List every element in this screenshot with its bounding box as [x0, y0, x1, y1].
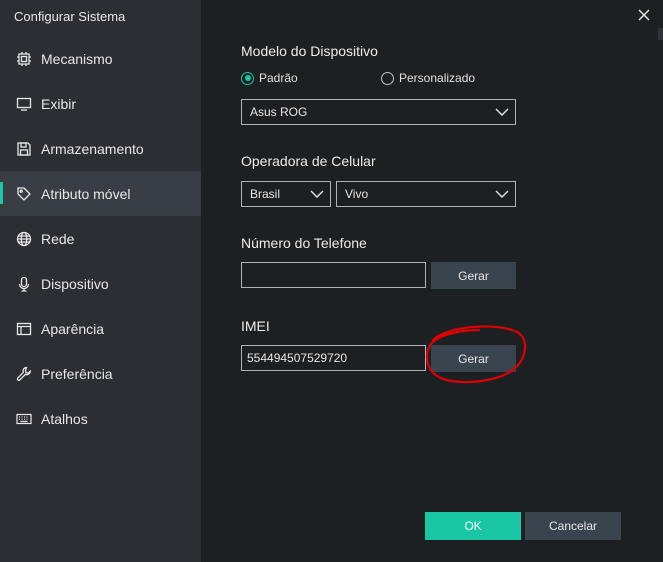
window-icon — [15, 320, 32, 337]
device-model-label: Modelo do Dispositivo — [241, 43, 378, 59]
sidebar-item-label: Mecanismo — [41, 50, 113, 67]
operator-value: Vivo — [345, 187, 369, 201]
radio-custom[interactable]: Personalizado — [381, 71, 475, 85]
chevron-down-icon — [310, 190, 324, 198]
sidebar-item-aparencia[interactable]: Aparência — [0, 306, 201, 351]
sidebar-item-atalhos[interactable]: Atalhos — [0, 396, 201, 441]
device-model-value: Asus ROG — [250, 105, 308, 119]
carrier-label: Operadora de Celular — [241, 153, 376, 169]
sidebar-item-preferencia[interactable]: Preferência — [0, 351, 201, 396]
cancel-button[interactable]: Cancelar — [525, 512, 621, 540]
device-model-select[interactable]: Asus ROG — [241, 99, 516, 125]
sidebar-item-atributo-movel[interactable]: Atributo móvel — [0, 171, 201, 216]
sidebar-item-label: Rede — [41, 230, 75, 247]
ok-button[interactable]: OK — [425, 512, 521, 540]
radio-custom-indicator — [381, 71, 394, 85]
sidebar-nav: Mecanismo Exibir Armazenamento Atributo … — [0, 36, 201, 441]
radio-default[interactable]: Padrão — [241, 71, 298, 85]
sidebar-item-armazenamento[interactable]: Armazenamento — [0, 126, 201, 171]
keyboard-icon — [15, 410, 32, 427]
imei-label: IMEI — [241, 318, 270, 334]
phone-label: Número do Telefone — [241, 235, 367, 251]
radio-custom-label: Personalizado — [399, 71, 476, 85]
radio-default-indicator — [241, 71, 254, 85]
sidebar-item-label: Dispositivo — [41, 275, 109, 292]
imei-input[interactable]: 554494507529720 — [241, 345, 426, 371]
sidebar-item-rede[interactable]: Rede — [0, 216, 201, 261]
sidebar-item-label: Atributo móvel — [41, 185, 131, 202]
imei-generate-button[interactable]: Gerar — [431, 345, 516, 372]
window-title: Configurar Sistema — [14, 9, 126, 24]
floppy-disk-icon — [15, 140, 32, 157]
sidebar-item-label: Armazenamento — [41, 140, 144, 157]
sidebar-item-exibir[interactable]: Exibir — [0, 81, 201, 126]
wrench-icon — [15, 365, 32, 382]
sidebar-item-label: Aparência — [41, 320, 105, 337]
country-select[interactable]: Brasil — [241, 181, 331, 207]
settings-dialog: Configurar Sistema Mecanismo Exibir Arma… — [0, 0, 663, 562]
chevron-down-icon — [495, 108, 509, 116]
cpu-icon — [15, 50, 32, 67]
content-panel: Modelo do Dispositivo Padrão Personaliza… — [201, 0, 663, 562]
sidebar-item-label: Preferência — [41, 365, 113, 382]
phone-input[interactable] — [241, 262, 426, 288]
globe-icon — [15, 230, 32, 247]
radio-default-label: Padrão — [259, 71, 298, 85]
phone-generate-button[interactable]: Gerar — [431, 262, 516, 289]
operator-select[interactable]: Vivo — [336, 181, 516, 207]
sidebar-item-label: Atalhos — [41, 410, 88, 427]
microphone-icon — [15, 275, 32, 292]
sidebar-item-label: Exibir — [41, 95, 77, 112]
chevron-down-icon — [495, 190, 509, 198]
sidebar-item-dispositivo[interactable]: Dispositivo — [0, 261, 201, 306]
sidebar-item-mecanismo[interactable]: Mecanismo — [0, 36, 201, 81]
country-value: Brasil — [250, 187, 281, 201]
tag-icon — [15, 185, 32, 202]
monitor-icon — [15, 95, 32, 112]
sidebar: Configurar Sistema Mecanismo Exibir Arma… — [0, 0, 201, 562]
